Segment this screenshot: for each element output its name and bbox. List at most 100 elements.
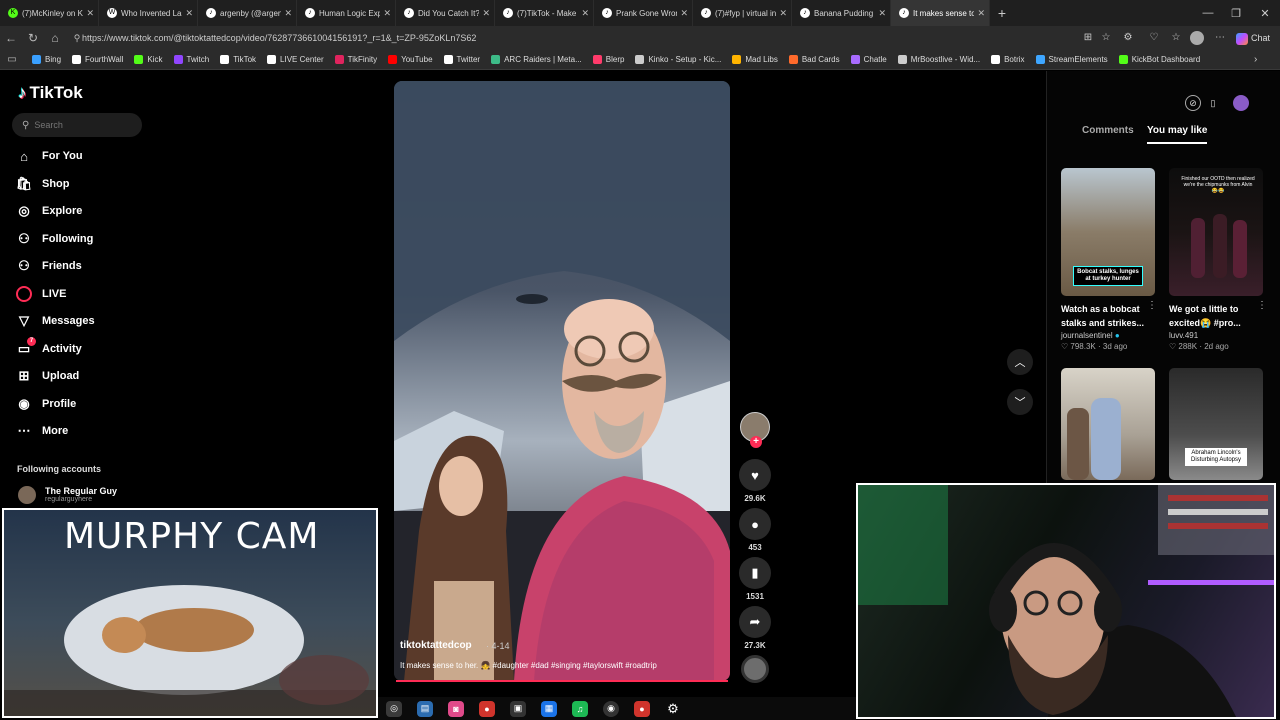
bookmark-item[interactable]: TikTok bbox=[220, 55, 256, 64]
bookmark-item[interactable]: Botrix bbox=[991, 55, 1025, 64]
menu-dots-icon[interactable]: ⋯ bbox=[1212, 30, 1228, 46]
instagram-icon[interactable]: ◙ bbox=[448, 700, 464, 717]
comment-action[interactable]: ● 453 bbox=[739, 508, 771, 552]
record-app-icon-2[interactable]: ● bbox=[634, 700, 650, 717]
video-thumbnail[interactable] bbox=[1061, 368, 1155, 480]
extensions-icon[interactable]: ⚙ bbox=[1120, 30, 1136, 46]
bookmark-item[interactable]: Chatle bbox=[850, 55, 887, 64]
app-icon[interactable]: ◎ bbox=[386, 700, 402, 717]
like-action[interactable]: ♥ 29.6K bbox=[739, 459, 771, 503]
bookmark-item[interactable]: YouTube bbox=[388, 55, 433, 64]
favorite-star-icon[interactable]: ☆ bbox=[1098, 30, 1114, 46]
bookmark-item[interactable]: Blerp bbox=[592, 55, 624, 64]
bookmark-item[interactable]: Twitch bbox=[173, 55, 209, 64]
bookmark-item[interactable]: TikFinity bbox=[334, 55, 377, 64]
card-more-icon[interactable]: ⋮ bbox=[1257, 300, 1267, 311]
record-app-icon[interactable]: ● bbox=[479, 700, 495, 717]
maximize-button[interactable]: ❐ bbox=[1221, 0, 1251, 26]
browser-tab[interactable]: ♪ It makes sense to ✕ bbox=[891, 0, 990, 26]
bookmark-item[interactable]: KickBot Dashboard bbox=[1118, 55, 1200, 64]
bookmark-item[interactable]: Bad Cards bbox=[788, 55, 840, 64]
video-progress-bar[interactable] bbox=[396, 680, 728, 682]
sidebar-item-activity[interactable]: ▭ 7 Activity bbox=[16, 336, 82, 360]
terminal-icon[interactable]: ▣ bbox=[510, 700, 526, 717]
recommended-video-card[interactable]: Finished our OOTD then realized we're th… bbox=[1169, 168, 1265, 351]
tiktok-logo[interactable]: ♪ TikTok bbox=[18, 83, 83, 103]
bookmark-icon[interactable]: ▮ bbox=[739, 557, 771, 589]
browser-tab[interactable]: ♪ Human Logic Explaine✕ bbox=[297, 0, 396, 26]
browser-essentials-icon[interactable]: ♡ bbox=[1146, 30, 1162, 46]
tab-comments[interactable]: Comments bbox=[1082, 125, 1134, 136]
recommended-video-card[interactable] bbox=[1061, 368, 1157, 480]
previous-video-button[interactable]: ︿ bbox=[1007, 349, 1033, 375]
browser-tab[interactable]: ♪ (7)#fyp | virtual insanit✕ bbox=[693, 0, 792, 26]
compass-small-icon[interactable]: ⊘ bbox=[1185, 95, 1201, 111]
close-tab-icon[interactable]: ✕ bbox=[878, 8, 886, 19]
share-icon[interactable]: ➦ bbox=[739, 606, 771, 638]
bookmark-item[interactable]: Mad Libs bbox=[732, 55, 778, 64]
back-icon[interactable]: ← bbox=[0, 31, 22, 45]
next-video-button[interactable]: ﹀ bbox=[1007, 389, 1033, 415]
video-thumbnail[interactable]: Finished our OOTD then realized we're th… bbox=[1169, 168, 1263, 296]
device-icon[interactable]: ▯ bbox=[1205, 95, 1221, 111]
video-thumbnail[interactable]: Abraham Lincoln's Disturbing Autopsy bbox=[1169, 368, 1263, 480]
close-tab-icon[interactable]: ✕ bbox=[86, 8, 94, 19]
close-window-button[interactable]: ✕ bbox=[1250, 0, 1280, 26]
search-box[interactable]: ⚲ bbox=[12, 113, 142, 137]
bookmark-item[interactable]: Twitter bbox=[443, 55, 480, 64]
sidebar-item-for-you[interactable]: ⌂ For You bbox=[16, 145, 82, 167]
card-more-icon[interactable]: ⋮ bbox=[1147, 300, 1157, 311]
profile-avatar[interactable] bbox=[1190, 31, 1204, 45]
video-thumbnail[interactable]: Bobcat stalks, lunges at turkey hunter bbox=[1061, 168, 1155, 296]
close-tab-icon[interactable]: ✕ bbox=[284, 8, 292, 19]
bookmark-item[interactable]: ARC Raiders | Meta... bbox=[491, 55, 582, 64]
home-button-icon[interactable]: ⌂ bbox=[44, 31, 66, 45]
bookmark-item[interactable]: Kinko - Setup - Kic... bbox=[635, 55, 721, 64]
close-tab-icon[interactable]: ✕ bbox=[581, 8, 589, 19]
sidebar-item-friends[interactable]: ⚇ Friends bbox=[16, 255, 82, 277]
bookmarks-overflow-icon[interactable]: › bbox=[1254, 54, 1257, 65]
recommended-video-card[interactable]: Abraham Lincoln's Disturbing Autopsy bbox=[1169, 368, 1265, 480]
browser-tab[interactable]: ♪ (7)TikTok - Make Your✕ bbox=[495, 0, 594, 26]
spotify-icon[interactable]: ♫ bbox=[572, 700, 588, 717]
sidebar-item-profile[interactable]: ◉ Profile bbox=[16, 393, 76, 415]
sidebar-item-live[interactable]: LIVE bbox=[16, 283, 66, 305]
heart-icon[interactable]: ♥ bbox=[739, 459, 771, 491]
sidebar-item-following[interactable]: ⚇ Following bbox=[16, 228, 93, 250]
close-tab-icon[interactable]: ✕ bbox=[383, 8, 391, 19]
sidebar-item-explore[interactable]: ◎ Explore bbox=[16, 200, 82, 222]
follow-plus-icon[interactable]: + bbox=[750, 436, 762, 448]
tab-you-may-like[interactable]: You may like bbox=[1147, 125, 1208, 144]
bookmark-item[interactable]: StreamElements bbox=[1035, 55, 1108, 64]
video-player[interactable] bbox=[394, 81, 730, 681]
browser-tab[interactable]: ♪ Banana Pudding Nach✕ bbox=[792, 0, 891, 26]
collections-icon[interactable]: ☆ bbox=[1168, 30, 1184, 46]
browser-tab[interactable]: ♪ argenby (@argenby)'s✕ bbox=[198, 0, 297, 26]
editor-icon[interactable]: ▦ bbox=[541, 700, 557, 717]
sidebar-item-more[interactable]: ⋯ More bbox=[16, 420, 69, 442]
sidebar-item-messages[interactable]: ▽ Messages bbox=[16, 310, 95, 332]
following-account-item[interactable]: The Regular Guy regularguyhere bbox=[18, 486, 117, 504]
url-field[interactable]: https://www.tiktok.com/@tiktoktattedcop/… bbox=[82, 26, 476, 50]
bookmark-item[interactable]: Bing bbox=[32, 55, 61, 64]
sidebar-toggle-icon[interactable]: ▭ bbox=[4, 54, 20, 65]
music-disc-icon[interactable] bbox=[741, 655, 769, 683]
bookmark-item[interactable]: FourthWall bbox=[72, 55, 123, 64]
video-author[interactable]: tiktoktattedcop bbox=[400, 640, 472, 651]
comment-icon[interactable]: ● bbox=[739, 508, 771, 540]
reload-icon[interactable]: ↻ bbox=[22, 31, 44, 45]
close-tab-icon[interactable]: ✕ bbox=[977, 8, 985, 19]
close-tab-icon[interactable]: ✕ bbox=[482, 8, 490, 19]
browser-tab[interactable]: K (7)McKinley on Kick (@✕ bbox=[0, 0, 99, 26]
bookmark-item[interactable]: LIVE Center bbox=[267, 55, 324, 64]
search-input[interactable] bbox=[34, 120, 130, 130]
bookmark-item[interactable]: Kick bbox=[134, 55, 163, 64]
browser-tab[interactable]: ♪ Did You Catch It? Sens✕ bbox=[396, 0, 495, 26]
close-tab-icon[interactable]: ✕ bbox=[680, 8, 688, 19]
recommended-video-card[interactable]: Bobcat stalks, lunges at turkey hunter W… bbox=[1061, 168, 1157, 351]
browser-tab[interactable]: W Who Invented Lasso Pa✕ bbox=[99, 0, 198, 26]
app-icon[interactable]: ⊞ bbox=[1080, 30, 1096, 46]
sidebar-item-upload[interactable]: ⊞ Upload bbox=[16, 365, 80, 387]
notepad-icon[interactable]: ▤ bbox=[417, 700, 433, 717]
bookmark-item[interactable]: MrBoostlive - Wid... bbox=[897, 55, 980, 64]
